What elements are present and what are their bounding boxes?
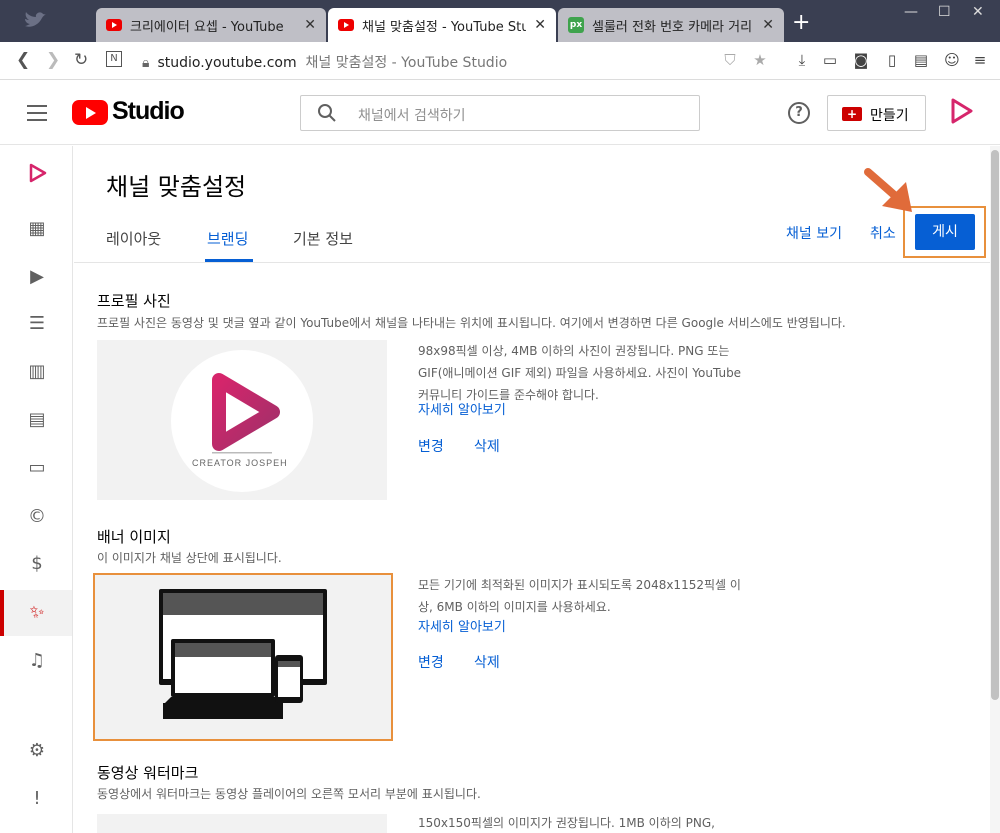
- browser-tab-strip: 크리에이터 요셉 - YouTube ✕ 채널 맞춤설정 - YouTube S…: [0, 0, 1000, 42]
- reload-icon[interactable]: ↻: [74, 50, 88, 70]
- camera-icon[interactable]: ◙: [851, 51, 871, 71]
- channel-logo-icon[interactable]: [26, 162, 48, 184]
- subtitles-icon[interactable]: ▭: [26, 457, 48, 479]
- sidebar-icon[interactable]: ▯: [882, 51, 902, 71]
- watermark-info-text: 150x150픽셀의 이미지가 권장됩니다. 1MB 이하의 PNG,: [418, 816, 715, 830]
- url-domain: studio.youtube.com: [157, 55, 297, 71]
- browser-tab-creator[interactable]: 크리에이터 요셉 - YouTube ✕: [96, 8, 326, 42]
- video-icon[interactable]: ▭: [820, 51, 840, 71]
- wallet-icon[interactable]: ▤: [911, 51, 931, 71]
- tabs-divider: [74, 262, 992, 263]
- copyright-icon[interactable]: ©: [26, 506, 48, 528]
- browser-bird-icon: [25, 12, 46, 27]
- watermark-preview: [97, 814, 387, 833]
- left-navigation-rail: ▦ ▶ ☰ ▥ ▤ ▭ © $ ✨︎ ♫ ⚙ !: [0, 146, 73, 833]
- reader-icon[interactable]: N: [106, 51, 122, 67]
- back-icon[interactable]: ❮: [16, 50, 30, 70]
- comments-icon[interactable]: ▤: [26, 409, 48, 431]
- watermark-section-title: 동영상 워터마크: [97, 764, 199, 782]
- tab-title: 채널 맞춤설정 - YouTube Studio: [362, 19, 527, 35]
- dashboard-icon[interactable]: ▦: [26, 218, 48, 240]
- avatar-caption: CREATOR JOSPEH: [192, 458, 288, 468]
- settings-gear-icon[interactable]: ⚙: [26, 740, 48, 762]
- banner-section-desc: 이 이미지가 채널 상단에 표시됩니다.: [97, 551, 282, 565]
- account-icon[interactable]: ☺: [942, 51, 962, 71]
- profile-section-title: 프로필 사진: [97, 292, 171, 310]
- url-field[interactable]: 🔒︎ studio.youtube.com 채널 맞춤설정 - YouTube S…: [142, 52, 507, 72]
- maximize-icon[interactable]: ☐: [938, 4, 951, 20]
- page-title: 채널 맞춤설정: [106, 173, 247, 201]
- youtube-favicon-icon: [106, 19, 122, 31]
- help-icon[interactable]: ?: [788, 102, 810, 124]
- minimize-icon[interactable]: —: [904, 4, 918, 20]
- tab-branding[interactable]: 브랜딩: [207, 228, 248, 249]
- scrollbar-thumb[interactable]: [991, 150, 999, 700]
- channel-avatar-icon[interactable]: [948, 97, 974, 127]
- download-icon[interactable]: ⤓: [792, 51, 812, 71]
- close-icon[interactable]: ✕: [534, 17, 546, 33]
- profile-avatar-image: [171, 350, 313, 492]
- create-label: 만들기: [870, 108, 909, 124]
- customization-wand-icon[interactable]: ✨︎: [26, 602, 48, 624]
- studio-logo-text[interactable]: Studio: [112, 97, 185, 126]
- window-close-icon[interactable]: ✕: [972, 4, 984, 20]
- active-item-indicator: [0, 590, 4, 636]
- pointer-arrow-icon: [864, 168, 912, 212]
- banner-info-text: 모든 기기에 최적화된 이미지가 표시되도록 2048x1152픽셀 이상, 6…: [418, 578, 741, 614]
- profile-learn-more-link[interactable]: 자세히 알아보기: [418, 399, 506, 418]
- youtube-favicon-icon: [338, 19, 354, 31]
- feedback-icon[interactable]: !: [26, 788, 48, 810]
- youtube-logo-icon[interactable]: [72, 100, 108, 125]
- analytics-icon[interactable]: ▥: [26, 361, 48, 383]
- profile-section-desc: 프로필 사진은 동영상 및 댓글 옆과 같이 YouTube에서 채널을 나타내…: [97, 316, 846, 330]
- banner-highlight-box: [93, 573, 393, 741]
- banner-learn-more-link[interactable]: 자세히 알아보기: [418, 616, 506, 635]
- tab-layout[interactable]: 레이아웃: [106, 228, 161, 249]
- studio-header: Studio 채널에서 검색하기 ? + 만들기: [0, 81, 1000, 145]
- new-tab-button[interactable]: +: [792, 12, 810, 34]
- bookmark-star-icon[interactable]: ★: [750, 51, 770, 71]
- shield-icon[interactable]: ⛉: [720, 51, 740, 71]
- content-icon[interactable]: ▶: [26, 266, 48, 288]
- search-input[interactable]: 채널에서 검색하기: [300, 95, 700, 131]
- profile-remove-button[interactable]: 삭제: [474, 436, 500, 456]
- video-camera-icon: +: [842, 107, 862, 121]
- banner-remove-button[interactable]: 삭제: [474, 652, 500, 672]
- view-channel-link[interactable]: 채널 보기: [786, 223, 842, 243]
- browser-tab-studio[interactable]: 채널 맞춤설정 - YouTube Studio ✕: [328, 8, 556, 42]
- profile-photo-preview: [97, 340, 387, 500]
- hamburger-menu-icon[interactable]: [27, 105, 47, 121]
- search-placeholder: 채널에서 검색하기: [358, 108, 466, 124]
- create-button[interactable]: + 만들기: [827, 95, 926, 131]
- profile-info-text: 98x98픽셀 이상, 4MB 이하의 사진이 권장됩니다. PNG 또는 GI…: [418, 344, 742, 402]
- search-icon: [318, 104, 336, 122]
- profile-change-button[interactable]: 변경: [418, 436, 444, 456]
- monetization-icon[interactable]: $: [26, 553, 48, 575]
- close-icon[interactable]: ✕: [762, 17, 774, 33]
- cancel-button[interactable]: 취소: [870, 223, 896, 243]
- publish-button[interactable]: 게시: [915, 214, 975, 250]
- tab-title: 크리에이터 요셉 - YouTube: [130, 19, 284, 35]
- banner-section-title: 배너 이미지: [97, 528, 171, 546]
- address-bar: ❮ ❯ ↻ N 🔒︎ studio.youtube.com 채널 맞춤설정 - Y…: [0, 42, 1000, 80]
- playlists-icon[interactable]: ☰: [26, 313, 48, 335]
- watermark-section-desc: 동영상에서 워터마크는 동영상 플레이어의 오른쪽 모서리 부분에 표시됩니다.: [97, 787, 481, 801]
- banner-change-button[interactable]: 변경: [418, 652, 444, 672]
- url-page-title: 채널 맞춤설정 - YouTube Studio: [305, 55, 508, 71]
- audio-library-icon[interactable]: ♫: [26, 650, 48, 672]
- px-favicon-icon: px: [568, 17, 584, 33]
- menu-icon[interactable]: ≡: [970, 51, 990, 71]
- tab-basic-info[interactable]: 기본 정보: [293, 228, 353, 249]
- tab-title: 셀룰러 전화 번호 카메라 거리: [592, 19, 753, 35]
- lock-icon: 🔒︎: [142, 55, 150, 71]
- browser-tab-px[interactable]: px 셀룰러 전화 번호 카메라 거리 ✕: [558, 8, 784, 42]
- close-icon[interactable]: ✕: [304, 17, 316, 33]
- forward-icon[interactable]: ❯: [46, 50, 60, 70]
